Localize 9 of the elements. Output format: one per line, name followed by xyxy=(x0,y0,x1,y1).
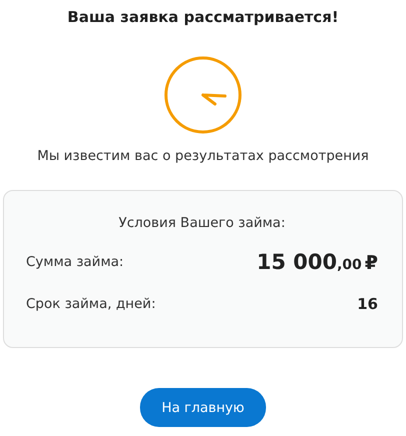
page-title: Ваша заявка рассматривается! xyxy=(67,7,339,28)
term-label: Срок займа, дней: xyxy=(26,296,156,312)
term-label: Сумма займа: xyxy=(26,254,124,270)
status-message: Мы известим вас о результатах рассмотрения xyxy=(37,148,369,164)
clock-icon xyxy=(163,55,243,135)
loan-amount: 15 000,00₽ xyxy=(256,250,378,274)
home-button[interactable]: На главную xyxy=(140,388,266,427)
term-value: 16 xyxy=(357,295,378,313)
card-heading: Условия Вашего займа: xyxy=(118,215,286,231)
